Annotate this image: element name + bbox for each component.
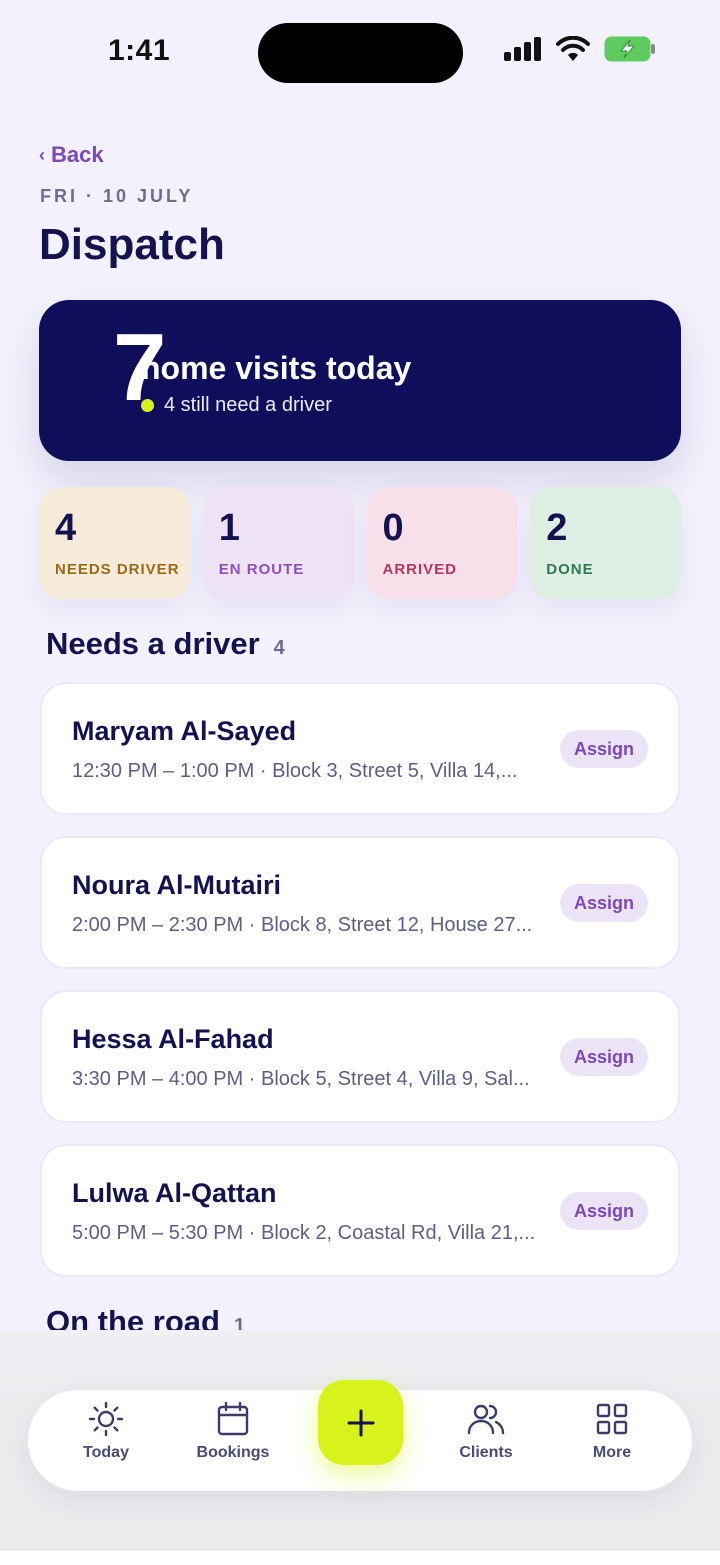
summary-subtitle-text: 4 still need a driver xyxy=(164,394,332,416)
stat-done[interactable]: 2 DONE xyxy=(530,487,681,599)
cellular-signal-icon xyxy=(504,37,541,61)
assign-button[interactable]: Assign xyxy=(560,1192,648,1230)
summary-card: 7 home visits today 4 still need a drive… xyxy=(39,300,681,461)
calendar-icon xyxy=(217,1401,249,1436)
visit-card[interactable]: Hessa Al-Fahad 3:30 PM – 4:00 PM · Block… xyxy=(40,990,680,1123)
plus-icon xyxy=(347,1409,374,1436)
battery-charging-icon xyxy=(604,36,655,62)
tab-bookings[interactable]: Bookings xyxy=(183,1400,283,1462)
back-button[interactable]: ‹ Back xyxy=(39,142,104,168)
header-date: FRI · 10 JULY xyxy=(40,186,194,206)
section-count: 4 xyxy=(273,637,285,659)
stat-value: 0 xyxy=(382,507,404,549)
client-name: Maryam Al-Sayed xyxy=(72,716,297,746)
status-icons xyxy=(504,36,656,62)
status-stats: 4 NEEDS DRIVER 1 EN ROUTE 0 ARRIVED 2 DO… xyxy=(39,487,681,599)
assign-button[interactable]: Assign xyxy=(560,884,648,922)
stat-arrived[interactable]: 0 ARRIVED xyxy=(366,487,518,599)
client-name: Hessa Al-Fahad xyxy=(72,1024,274,1054)
tab-label: More xyxy=(592,1444,632,1461)
assign-button[interactable]: Assign xyxy=(560,730,648,768)
visit-card[interactable]: Maryam Al-Sayed 12:30 PM – 1:00 PM · Blo… xyxy=(40,682,680,815)
visit-details: 5:00 PM – 5:30 PM · Block 2, Coastal Rd,… xyxy=(72,1222,536,1244)
section-needs-driver-header: Needs a driver 4 xyxy=(46,626,285,662)
sun-icon xyxy=(88,1401,124,1437)
tab-label: Bookings xyxy=(196,1444,270,1461)
status-bar: 1:41 xyxy=(0,0,720,110)
tab-label: Clients xyxy=(459,1444,513,1461)
stat-needs-driver[interactable]: 4 NEEDS DRIVER xyxy=(39,487,190,599)
stat-label: NEEDS DRIVER xyxy=(55,561,180,578)
tab-clients[interactable]: Clients xyxy=(436,1400,536,1462)
users-icon xyxy=(467,1404,505,1435)
assign-button[interactable]: Assign xyxy=(560,1038,648,1076)
visit-details: 2:00 PM – 2:30 PM · Block 8, Street 12, … xyxy=(72,914,533,936)
visit-details: 3:30 PM – 4:00 PM · Block 5, Street 4, V… xyxy=(72,1068,530,1090)
home-indicator-area xyxy=(0,1551,720,1565)
stat-value: 2 xyxy=(546,507,568,549)
stat-value: 4 xyxy=(55,507,77,549)
client-name: Lulwa Al-Qattan xyxy=(72,1178,277,1208)
tab-more[interactable]: More xyxy=(562,1400,662,1462)
client-name: Noura Al-Mutairi xyxy=(72,870,281,900)
summary-subtitle: 4 still need a driver xyxy=(141,394,332,417)
visit-card[interactable]: Noura Al-Mutairi 2:00 PM – 2:30 PM · Blo… xyxy=(40,836,680,969)
add-button[interactable] xyxy=(318,1380,403,1465)
wifi-icon xyxy=(556,36,590,61)
chevron-left-icon: ‹ xyxy=(39,144,45,165)
stat-en-route[interactable]: 1 EN ROUTE xyxy=(202,487,354,599)
visit-details: 12:30 PM – 1:00 PM · Block 3, Street 5, … xyxy=(72,760,518,782)
stat-label: EN ROUTE xyxy=(218,561,305,578)
tab-today[interactable]: Today xyxy=(56,1400,156,1462)
page-title: Dispatch xyxy=(39,220,225,269)
status-dot-icon xyxy=(141,399,154,412)
stat-value: 1 xyxy=(218,507,240,549)
summary-title: home visits today xyxy=(141,350,412,386)
status-time: 1:41 xyxy=(108,34,171,67)
back-label: Back xyxy=(51,142,104,167)
stat-label: ARRIVED xyxy=(382,561,458,578)
visit-card[interactable]: Lulwa Al-Qattan 5:00 PM – 5:30 PM · Bloc… xyxy=(40,1144,680,1277)
dynamic-island xyxy=(258,23,463,83)
section-title: Needs a driver xyxy=(46,626,260,661)
stat-label: DONE xyxy=(546,561,594,578)
grid-icon xyxy=(596,1403,628,1435)
tab-label: Today xyxy=(83,1444,129,1461)
